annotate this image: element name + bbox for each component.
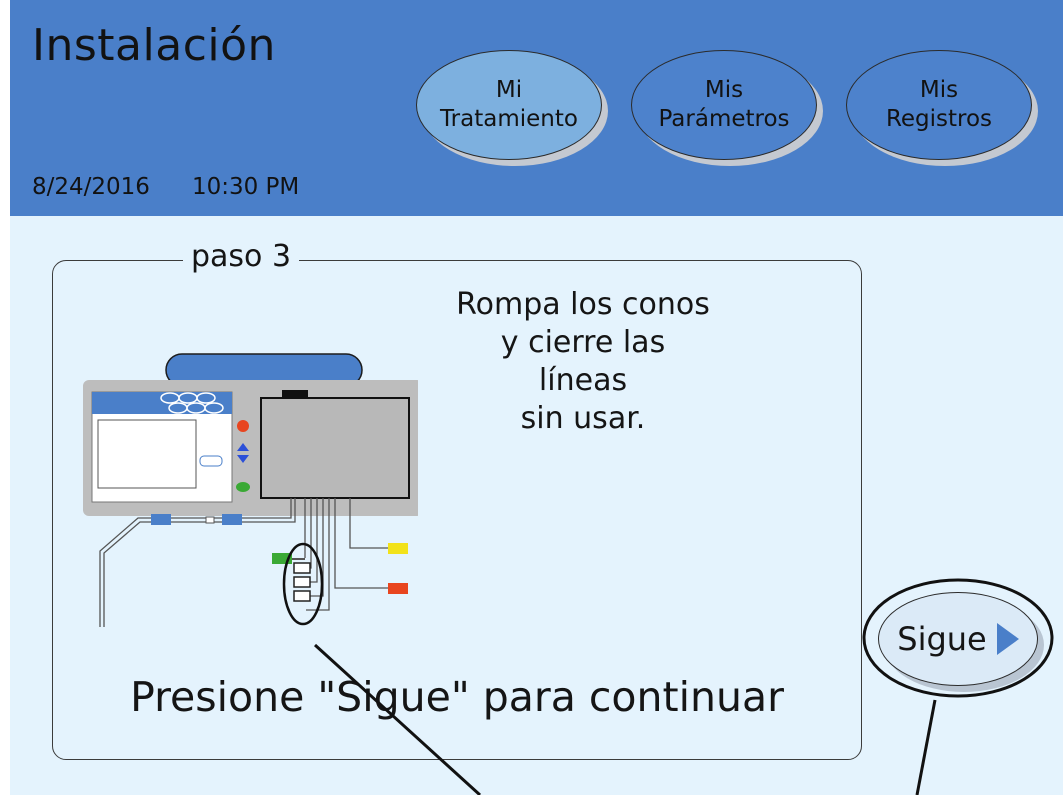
caps-callout-line [315, 645, 480, 795]
callout-annotations [10, 0, 1063, 795]
sigue-callout-line [917, 700, 935, 795]
device-screen: Instalación 8/24/2016 10:30 PM Mi Tratam… [10, 0, 1063, 795]
sigue-highlight-circle [864, 580, 1052, 696]
